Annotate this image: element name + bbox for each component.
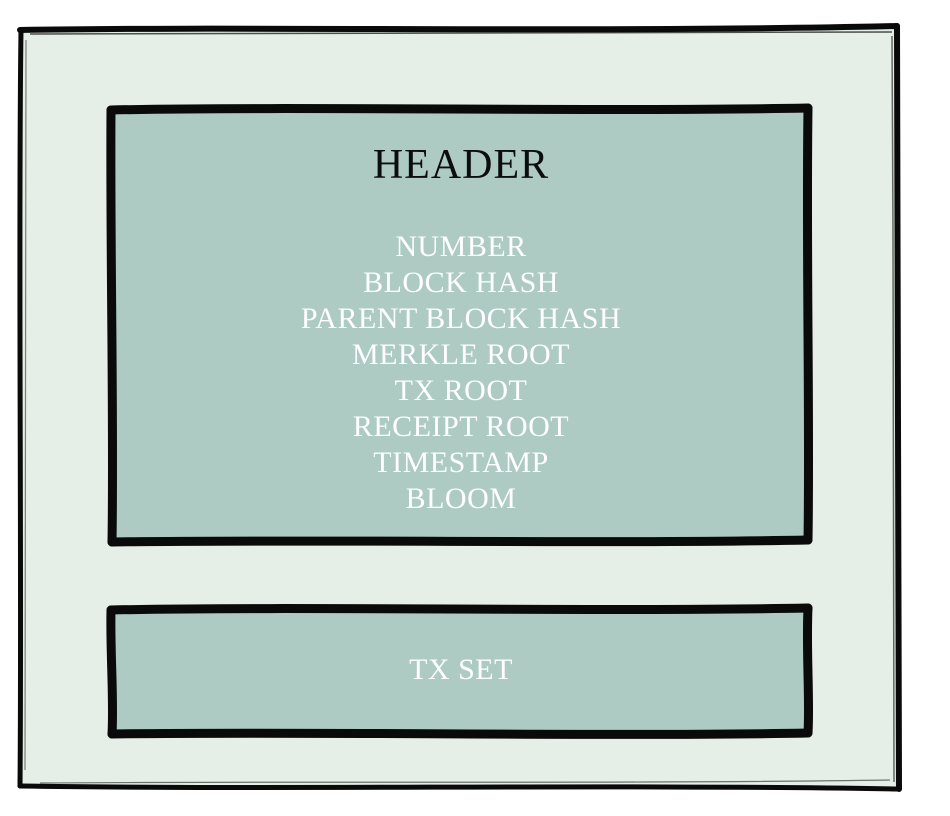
header-field-list: NUMBER BLOCK HASH PARENT BLOCK HASH MERKLE … [113,229,809,517]
header-field: PARENT BLOCK HASH [300,302,622,335]
header-title: HEADER [372,142,550,188]
header-field: BLOOM [405,482,517,515]
txset-label: TX SET [409,653,513,686]
header-field: BLOCK HASH [363,266,559,299]
header-field: NUMBER [395,230,527,263]
header-field: RECEIPT ROOT [352,410,570,443]
header-field: MERKLE ROOT [352,338,570,371]
header-field: TIMESTAMP [373,446,549,479]
header-field: TX ROOT [394,374,528,407]
